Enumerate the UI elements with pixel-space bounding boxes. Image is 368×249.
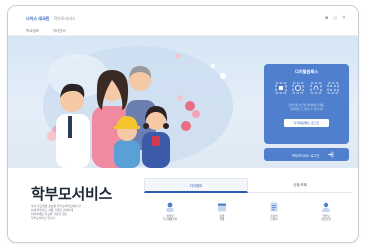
- service-tabs: 자녀정보 신청/조회: [144, 178, 352, 193]
- person-icon: [322, 202, 330, 212]
- nav-item-school-info[interactable]: 학교정보: [26, 29, 39, 34]
- description-line: 학부모서비스 입니다: [31, 216, 56, 220]
- face-icon[interactable]: [292, 82, 304, 94]
- nav-item-child-management[interactable]: 자녀관리: [53, 29, 66, 34]
- onepass-login-button[interactable]: 디지털원패스 로그인: [284, 119, 329, 127]
- shortcut-label: 신청서: [270, 218, 278, 222]
- report-icon: [166, 202, 174, 212]
- boy-figure: [114, 116, 140, 168]
- girl-figure: [142, 106, 170, 168]
- panel-title: 디지털원패스: [294, 69, 319, 74]
- login-arrow-icon: [328, 151, 334, 158]
- site-logo[interactable]: 나이스 대국민 학부모서비스: [26, 16, 76, 22]
- service-description: 자녀 학교생활 정보를 학부모서비스에서 한 눈에 확인하고 각종 신청을 간편…: [31, 204, 109, 220]
- shortcut-attendance[interactable]: 출결 현황: [202, 197, 242, 231]
- shortcut-label: 학교생활기록: [162, 218, 178, 222]
- auth-method-icons: [275, 82, 339, 94]
- fingerprint-icon[interactable]: [310, 82, 322, 94]
- calendar-icon: [218, 203, 226, 212]
- shortcut-label: 상담신청: [321, 218, 331, 222]
- pattern-icon[interactable]: [327, 82, 339, 94]
- close-icon[interactable]: ✕: [342, 16, 346, 21]
- parent-service-login-button[interactable]: 학부모서비스 로그인: [264, 148, 349, 161]
- shortcut-label: 현황: [219, 218, 225, 222]
- shortcut-grades[interactable]: 성적및 학교생활기록: [150, 197, 190, 231]
- restore-icon[interactable]: ▫: [333, 16, 336, 21]
- digital-onepass-panel: 디지털원패스 본인인증 수단을 선택하여 주세요 간편하게 로그인할 수 있습니…: [264, 64, 349, 144]
- shortcut-online-form[interactable]: 온라인 신청서: [254, 197, 294, 231]
- top-bar: 나이스 대국민 학부모서비스 ▪ ▫ ✕ 학교정보 자녀관리: [8, 6, 358, 36]
- auth-note: 본인인증 수단을 선택하여 주세요 간편하게 로그인할 수 있습니다: [272, 104, 341, 111]
- top-nav: 학교정보 자녀관리: [26, 29, 66, 34]
- minimize-icon[interactable]: ▪: [325, 16, 328, 21]
- tab-child-info[interactable]: 자녀정보: [144, 178, 248, 193]
- qr-icon[interactable]: [275, 82, 287, 94]
- secondary-login-label: 학부모서비스 로그인: [292, 153, 320, 158]
- browser-window: 나이스 대국민 학부모서비스 ▪ ▫ ✕ 학교정보 자녀관리 디지털원패스 본인…: [7, 5, 359, 243]
- page-title: 학부모서비스: [31, 185, 113, 203]
- shortcut-consulting[interactable]: 학부모 상담신청: [306, 197, 346, 231]
- service-shortcuts: 성적및 학교생활기록 출결 현황 온라인 신청서 학부모 상담신청: [144, 197, 352, 231]
- logo-text: 나이스 대국민: [26, 16, 50, 21]
- window-controls: ▪ ▫ ✕: [325, 16, 346, 21]
- document-icon: [270, 202, 278, 212]
- logo-subtitle: 학부모서비스: [53, 16, 76, 21]
- tab-apply-inquiry[interactable]: 신청/조회: [248, 178, 352, 193]
- auth-note-line: 간편하게 로그인할 수 있습니다: [289, 107, 324, 111]
